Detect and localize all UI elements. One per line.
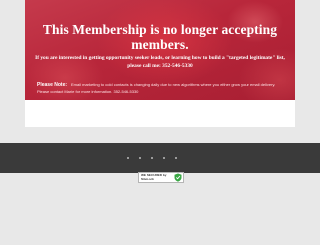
footer-link[interactable] [127,157,129,159]
footer-link[interactable] [175,157,177,159]
footer-link[interactable] [139,157,141,159]
please-note: Please Note: Email marketing to cold cont… [37,82,287,94]
page-title: This Membership is no longer accepting m… [42,22,278,52]
hero-banner: This Membership is no longer accepting m… [25,0,295,100]
footer [0,143,320,173]
footer-links [127,157,177,159]
footer-link[interactable] [163,157,165,159]
footer-link[interactable] [151,157,153,159]
badge-text: WE SECURED by SiteLock [141,172,167,181]
sitelock-badge[interactable]: WE SECURED by SiteLock [138,172,184,183]
note-text: Email marketing to cold contacts is chan… [37,82,276,94]
note-label: Please Note: [37,82,68,88]
contact-message: If you are interested in getting opportu… [35,55,285,69]
content-panel [25,100,295,127]
shield-icon [173,173,182,182]
